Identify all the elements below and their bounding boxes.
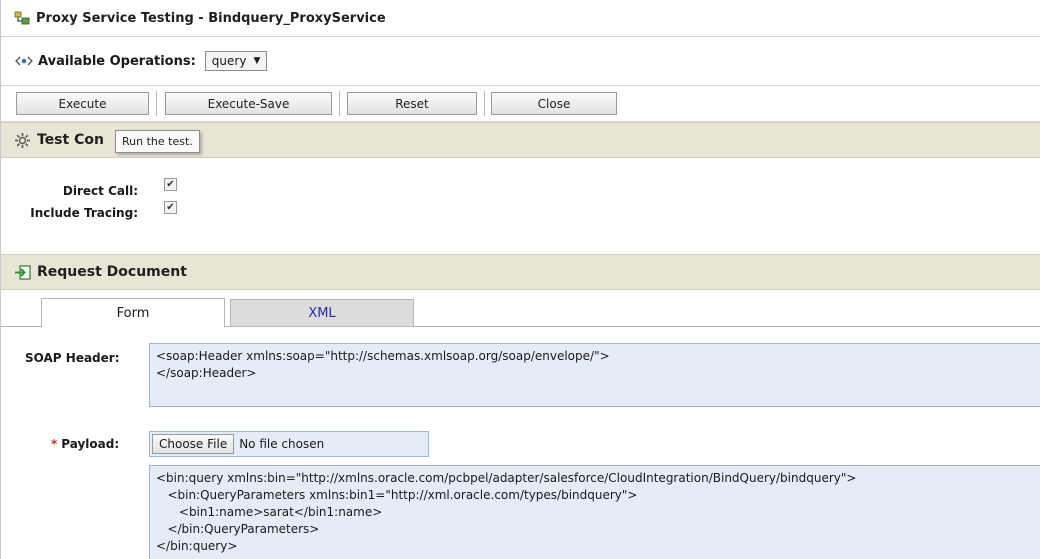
direct-call-label: Direct Call: xyxy=(62,184,138,198)
choose-file-button[interactable]: Choose File xyxy=(152,434,235,454)
request-tabs: Form XML xyxy=(1,290,1040,328)
tab-form[interactable]: Form xyxy=(41,298,225,328)
no-file-chosen-text: No file chosen xyxy=(239,437,325,451)
request-document-title: Request Document xyxy=(37,264,187,280)
action-toolbar: Execute Execute-Save Reset Close xyxy=(1,86,1040,122)
tab-xml[interactable]: XML xyxy=(230,299,414,327)
title-bar: Proxy Service Testing - Bindquery_ProxyS… xyxy=(1,0,1040,37)
test-configuration-title: Test Con xyxy=(37,132,104,148)
include-tracing-checkbox[interactable]: ✔ xyxy=(164,201,177,214)
gear-icon xyxy=(14,132,31,149)
reset-button[interactable]: Reset xyxy=(347,92,477,115)
proxy-service-testing-page: Proxy Service Testing - Bindquery_ProxyS… xyxy=(0,0,1040,559)
include-tracing-label: Include Tracing: xyxy=(30,206,138,220)
required-indicator: * xyxy=(51,437,58,451)
payload-label: Payload: xyxy=(61,437,120,451)
soap-header-line: </soap:Header> xyxy=(156,366,257,380)
close-button[interactable]: Close xyxy=(491,92,617,115)
import-arrow-icon xyxy=(14,264,31,281)
payload-line: </bin:QueryParameters> xyxy=(156,522,320,536)
toolbar-divider xyxy=(156,91,157,116)
request-document-header[interactable]: Request Document xyxy=(1,254,1040,290)
operation-icon xyxy=(14,55,34,67)
payload-line: <bin:query xmlns:bin="http://xmlns.oracl… xyxy=(156,471,857,485)
operation-select[interactable]: query ▼ xyxy=(204,51,268,71)
payload-line: <bin:QueryParameters xmlns:bin1="http://… xyxy=(156,488,638,502)
operation-select-value: query xyxy=(211,54,247,68)
soap-header-line: <soap:Header xmlns:soap="http://schemas.… xyxy=(156,349,610,363)
soap-header-label: SOAP Header: xyxy=(25,351,120,365)
execute-button[interactable]: Execute xyxy=(16,92,149,115)
execute-save-button[interactable]: Execute-Save xyxy=(165,92,332,115)
payload-line: <bin1:name>sarat</bin1:name> xyxy=(156,505,383,519)
dropdown-arrow-icon: ▼ xyxy=(253,56,261,66)
payload-textarea[interactable]: <bin:query xmlns:bin="http://xmlns.oracl… xyxy=(149,465,1040,559)
proxy-service-icon xyxy=(14,11,30,25)
page-title: Proxy Service Testing - Bindquery_ProxyS… xyxy=(36,10,386,26)
direct-call-checkbox[interactable]: ✔ xyxy=(164,178,177,191)
payload-label-group: * Payload: xyxy=(51,437,119,451)
available-operations-label: Available Operations: xyxy=(38,53,196,69)
soap-header-textarea[interactable]: <soap:Header xmlns:soap="http://schemas.… xyxy=(149,343,1040,407)
toolbar-divider xyxy=(339,91,340,116)
execute-tooltip: Run the test. xyxy=(115,130,200,153)
payload-line: </bin:query> xyxy=(156,539,238,553)
toolbar-divider xyxy=(484,91,485,116)
payload-file-input[interactable]: Choose File No file chosen xyxy=(149,431,429,457)
operations-row: Available Operations: query ▼ xyxy=(1,37,1040,86)
